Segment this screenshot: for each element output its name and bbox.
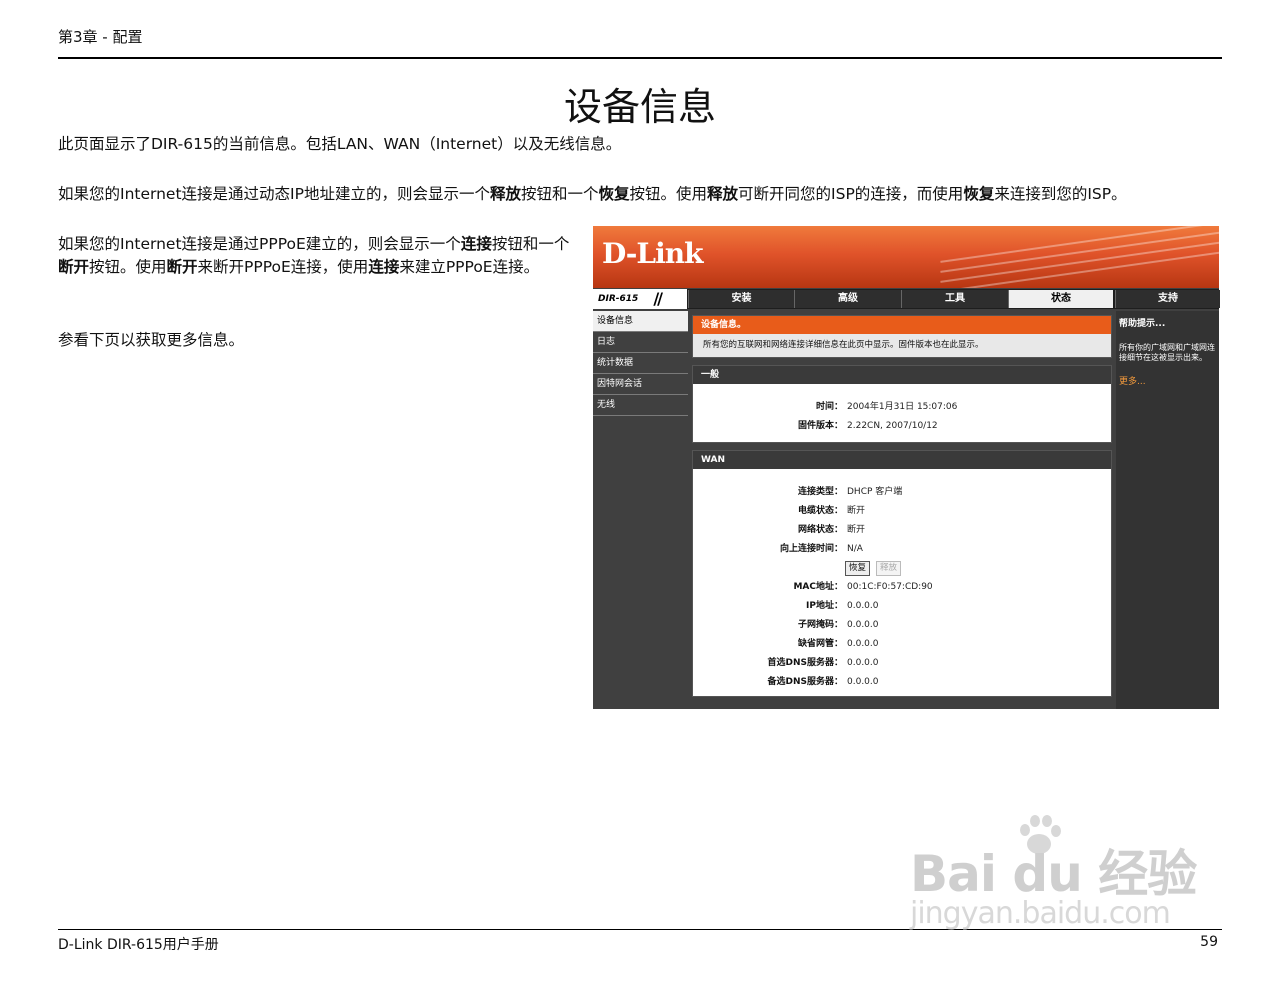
wan-section: WAN 连接类型： DHCP 客户端 电缆状态： 断开 网络状态： 断开 向上连接时间… — [692, 450, 1112, 697]
pppoe-paragraph: 如果您的Internet连接是通过PPPoE建立的，则会显示一个连接按钮和一个断… — [58, 233, 578, 279]
text-run: 如果您的Internet连接是通过PPPoE建立的，则会显示一个 — [58, 235, 461, 253]
info-label: IP地址： — [806, 601, 843, 611]
model-name: DIR-615 — [598, 294, 639, 304]
info-value: 0.0.0.0 — [847, 677, 879, 687]
top-navigation: DIR-615 // 安装 高级 工具 状态 支持 — [593, 289, 1220, 309]
info-label: 首选DNS服务器： — [767, 658, 844, 668]
text-run: 来断开PPPoE连接，使用 — [197, 258, 369, 276]
info-label: 连接类型： — [797, 487, 843, 497]
sidebar-item-internet-sessions[interactable]: 因特网会话 — [593, 374, 688, 395]
text-run: 如果您的Internet连接是通过动态IP地址建立的，则会显示一个 — [58, 185, 490, 203]
info-value: 断开 — [847, 506, 866, 516]
info-label: 缺省网管： — [797, 639, 843, 649]
info-label: 网络状态： — [797, 525, 843, 535]
help-body: 所有你的广域网和广域网连接细节在这被显示出来。 — [1119, 343, 1215, 362]
text-run: 按钮。使用 — [629, 185, 708, 203]
info-row: 固件版本： 2.22CN, 2007/10/12 — [693, 417, 1111, 436]
tab-support[interactable]: 支持 — [1115, 290, 1220, 308]
tab-status[interactable]: 状态 — [1008, 290, 1113, 308]
info-row: 网络状态： 断开 — [693, 521, 1111, 540]
dhcp-paragraph: 如果您的Internet连接是通过动态IP地址建立的，则会显示一个释放按钮和一个… — [58, 183, 1228, 206]
info-row: 时间： 2004年1月31日 15:07:06 — [693, 398, 1111, 417]
help-more-link[interactable]: 更多... — [1116, 363, 1219, 387]
model-label: DIR-615 // — [593, 289, 687, 309]
baidu-watermark: Bai du 经验 jingyan.baidu.com — [910, 812, 1210, 942]
tab-setup[interactable]: 安装 — [688, 290, 794, 308]
info-value: 2.22CN, 2007/10/12 — [847, 421, 938, 431]
info-label: 子网掩码： — [797, 620, 843, 630]
section-title: WAN — [693, 451, 1111, 469]
info-label: MAC地址： — [793, 582, 843, 592]
intro-paragraph: 此页面显示了DIR-615的当前信息。包括LAN、WAN（Internet）以及… — [58, 135, 622, 153]
info-label: 时间： — [815, 402, 843, 412]
bold-term: 断开 — [166, 258, 198, 276]
release-button[interactable]: 释放 — [876, 561, 902, 576]
info-label: 备选DNS服务器： — [767, 677, 844, 687]
info-label: 固件版本： — [797, 421, 843, 431]
slash-icon: // — [653, 289, 663, 308]
see-next-page: 参看下页以获取更多信息。 — [58, 331, 245, 349]
dlink-banner: D-Link — [593, 226, 1219, 288]
section-title: 设备信息。 — [693, 316, 1111, 334]
info-row: IP地址： 0.0.0.0 — [693, 597, 1111, 616]
info-value: 断开 — [847, 525, 866, 535]
text-run: 来建立PPPoE连接。 — [399, 258, 540, 276]
text-run: 按钮和一个 — [491, 235, 570, 253]
info-value: 0.0.0.0 — [847, 620, 879, 630]
text-run: 来连接到您的ISP。 — [994, 185, 1127, 203]
dlink-logo: D-Link — [602, 237, 704, 270]
device-info-section: 设备信息。 所有您的互联网和网络连接详细信息在此页中显示。固件版本也在此显示。 — [692, 315, 1112, 358]
sidebar-item-wireless[interactable]: 无线 — [593, 395, 688, 416]
bold-term: 释放 — [707, 185, 739, 203]
sidebar-item-statistics[interactable]: 统计数据 — [593, 353, 688, 374]
tab-advanced[interactable]: 高级 — [794, 290, 901, 308]
info-row: 连接类型： DHCP 客户端 — [693, 483, 1111, 502]
bold-term: 连接 — [460, 235, 492, 253]
info-label: 向上连接时间： — [779, 544, 843, 554]
tab-tools[interactable]: 工具 — [901, 290, 1008, 308]
sidebar-item-device-info[interactable]: 设备信息 — [593, 311, 688, 332]
info-value: 00:1C:F0:57:CD:90 — [847, 582, 933, 592]
info-value: 2004年1月31日 15:07:06 — [847, 402, 958, 412]
info-value: 0.0.0.0 — [847, 658, 879, 668]
text-run: 按钮。使用 — [89, 258, 167, 276]
info-row: 备选DNS服务器： 0.0.0.0 — [693, 673, 1111, 692]
info-value: 0.0.0.0 — [847, 639, 879, 649]
help-title: 帮助提示... — [1119, 319, 1166, 329]
chapter-header: 第3章 - 配置 — [58, 28, 143, 46]
info-value: 0.0.0.0 — [847, 601, 879, 611]
info-label: 电缆状态： — [797, 506, 843, 516]
info-row: 缺省网管： 0.0.0.0 — [693, 635, 1111, 654]
info-row: 子网掩码： 0.0.0.0 — [693, 616, 1111, 635]
watermark-url: jingyan.baidu.com — [910, 896, 1171, 931]
page-title: 设备信息 — [563, 85, 716, 129]
sidebar-item-log[interactable]: 日志 — [593, 332, 688, 353]
info-row: 首选DNS服务器： 0.0.0.0 — [693, 654, 1111, 673]
info-row: 电缆状态： 断开 — [693, 502, 1111, 521]
bold-term: 恢复 — [963, 185, 995, 203]
section-title: 一般 — [693, 366, 1111, 384]
info-row: 向上连接时间： N/A — [693, 540, 1111, 559]
router-screenshot: D-Link DIR-615 // 安装 高级 工具 状态 支持 设备信息 日志 … — [593, 226, 1220, 709]
text-run: 按钮和一个 — [520, 185, 599, 203]
info-row: MAC地址： 00:1C:F0:57:CD:90 — [693, 578, 1111, 597]
info-value: DHCP 客户端 — [847, 487, 903, 497]
header-rule — [58, 57, 1222, 59]
renew-button[interactable]: 恢复 — [845, 561, 871, 576]
bold-term: 恢复 — [598, 185, 630, 203]
bold-term: 连接 — [368, 258, 400, 276]
manual-title: D-Link DIR-615用户手册 — [58, 937, 219, 953]
main-content: 设备信息。 所有您的互联网和网络连接详细信息在此页中显示。固件版本也在此显示。 … — [692, 315, 1112, 704]
bold-term: 断开 — [58, 258, 90, 276]
text-run: 可断开同您的ISP的连接，而使用 — [738, 185, 964, 203]
general-section: 一般 时间： 2004年1月31日 15:07:06 固件版本： 2.22CN, 2… — [692, 365, 1112, 443]
section-description: 所有您的互联网和网络连接详细信息在此页中显示。固件版本也在此显示。 — [693, 334, 1111, 357]
wan-buttons: 恢复 释放 — [693, 559, 1111, 578]
status-sidebar: 设备信息 日志 统计数据 因特网会话 无线 — [593, 311, 688, 416]
help-panel: 帮助提示... 所有你的广域网和广域网连接细节在这被显示出来。 更多... — [1116, 311, 1219, 709]
info-value: N/A — [847, 544, 863, 554]
bold-term: 释放 — [489, 185, 521, 203]
